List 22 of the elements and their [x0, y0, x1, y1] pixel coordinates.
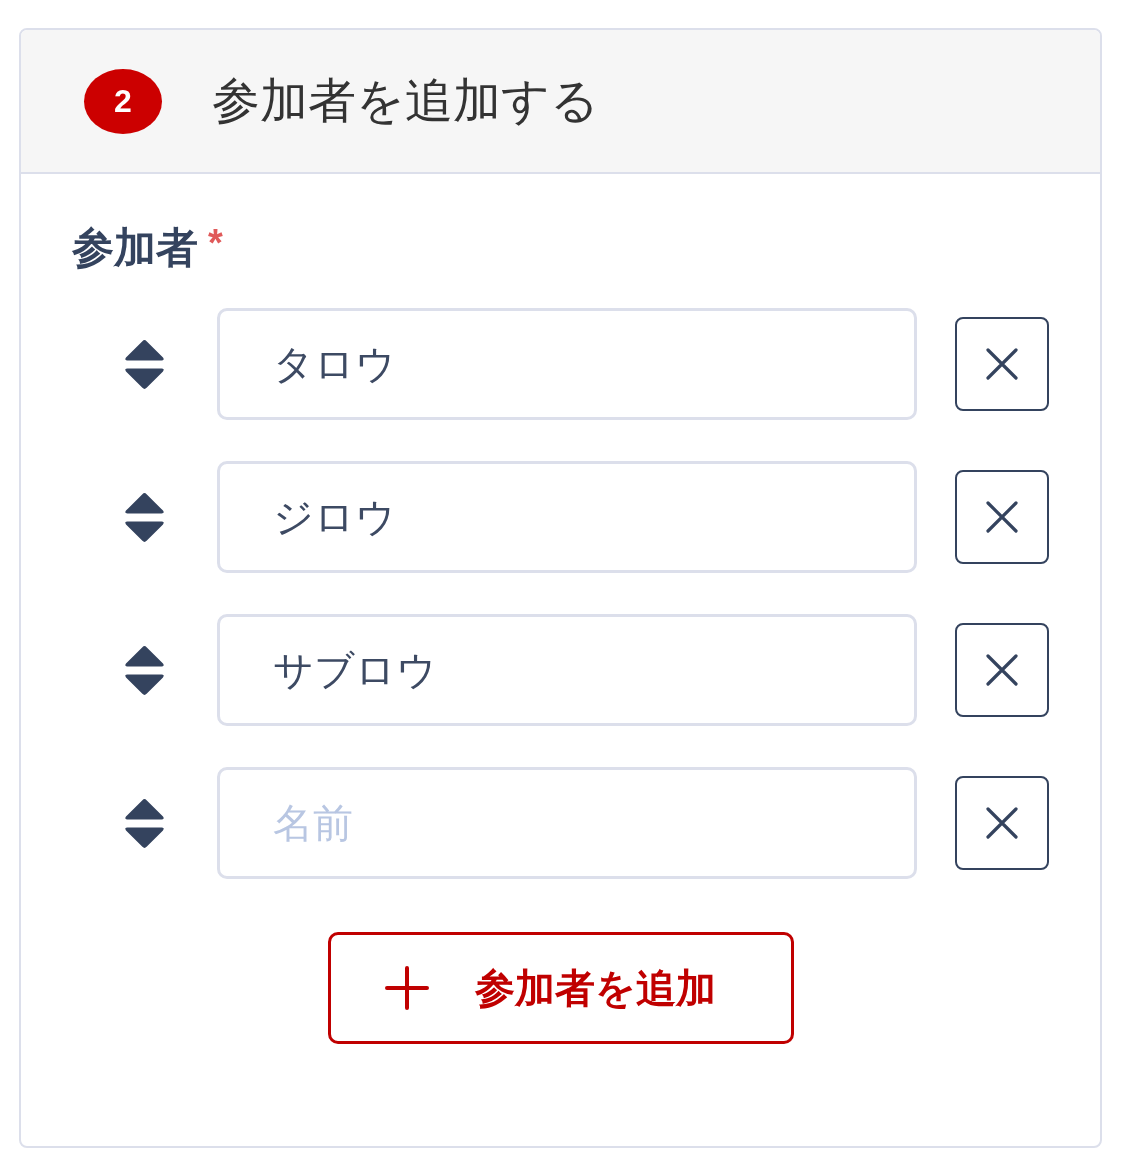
plus-icon [385, 966, 429, 1011]
remove-button[interactable] [955, 776, 1049, 871]
name-input[interactable]: サブロウ [217, 614, 917, 727]
drag-handle-icon[interactable] [124, 797, 165, 849]
name-input[interactable]: ジロウ [217, 461, 917, 574]
drag-handle-icon[interactable] [124, 491, 165, 543]
drag-handle-icon[interactable] [124, 644, 165, 696]
close-icon [986, 807, 1018, 840]
close-icon [986, 654, 1018, 687]
remove-button[interactable] [955, 623, 1049, 718]
name-input[interactable]: 名前 [217, 767, 917, 880]
field-label: 参加者 [72, 224, 198, 273]
step-badge: 2 [84, 68, 162, 134]
add-participant-button[interactable]: 参加者を追加 [327, 932, 794, 1045]
close-icon [986, 501, 1018, 534]
drag-handle-icon[interactable] [124, 338, 165, 390]
required-mark: * [208, 224, 223, 262]
name-input[interactable]: タロウ [217, 308, 917, 421]
remove-button[interactable] [955, 470, 1049, 565]
remove-button[interactable] [955, 317, 1049, 412]
close-icon [986, 348, 1018, 381]
section-title: 参加者を追加する [212, 72, 599, 130]
